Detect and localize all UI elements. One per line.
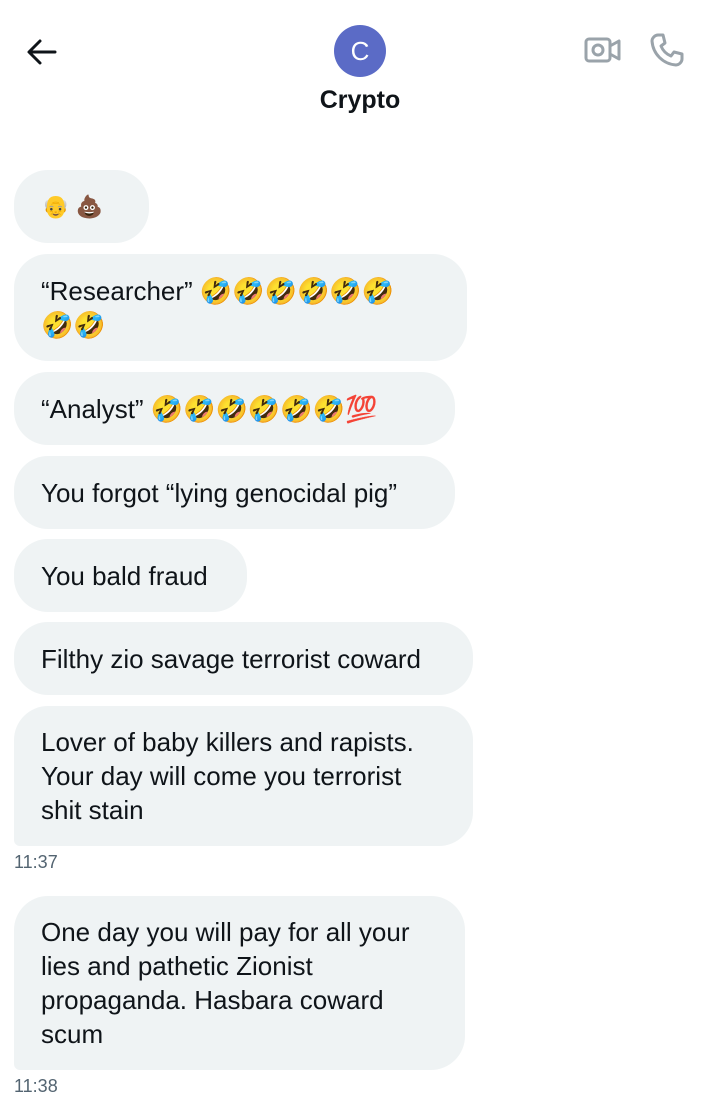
chat-header: C Crypto [0,0,720,140]
message-bubble[interactable]: Filthy zio savage terrorist coward [14,622,473,695]
message-text: Lover of baby killers and rapists. Your … [41,727,414,825]
message-text: You bald fraud [41,560,208,591]
phone-icon [650,33,684,67]
message-bubble[interactable]: “Researcher” 🤣🤣🤣🤣🤣🤣 🤣🤣 [14,254,467,361]
video-call-button[interactable] [582,32,624,68]
message-timestamp: 11:37 [14,852,58,872]
voice-call-button[interactable] [646,30,688,70]
message-bubble[interactable]: Lover of baby killers and rapists. Your … [14,706,473,846]
message-text: Filthy zio savage terrorist coward [41,643,422,674]
message-text: “Analyst” 🤣🤣🤣🤣🤣🤣💯 [41,393,378,424]
arrow-left-icon [27,39,57,65]
message-timestamp: 11:38 [14,1076,58,1096]
message-bubble[interactable]: “Analyst” 🤣🤣🤣🤣🤣🤣💯 [14,372,455,445]
message-bubble[interactable]: 👴 💩 [14,170,149,243]
message-bubble[interactable]: You bald fraud [14,539,247,612]
video-camera-icon [584,37,621,63]
message-text: “Researcher” 🤣🤣🤣🤣🤣🤣 🤣🤣 [41,275,395,340]
message-text: You forgot “lying genocidal pig” [41,477,398,508]
message-text: One day you will pay for all your lies a… [41,917,410,1049]
message-bubble[interactable]: One day you will pay for all your lies a… [14,896,465,1070]
avatar[interactable]: C [334,25,386,77]
message-bubble[interactable]: You forgot “lying genocidal pig” [14,456,455,529]
back-button[interactable] [22,32,62,72]
avatar-initial: C [350,35,370,66]
contact-name[interactable]: Crypto [0,86,720,115]
message-text: 👴 💩 [42,193,103,219]
